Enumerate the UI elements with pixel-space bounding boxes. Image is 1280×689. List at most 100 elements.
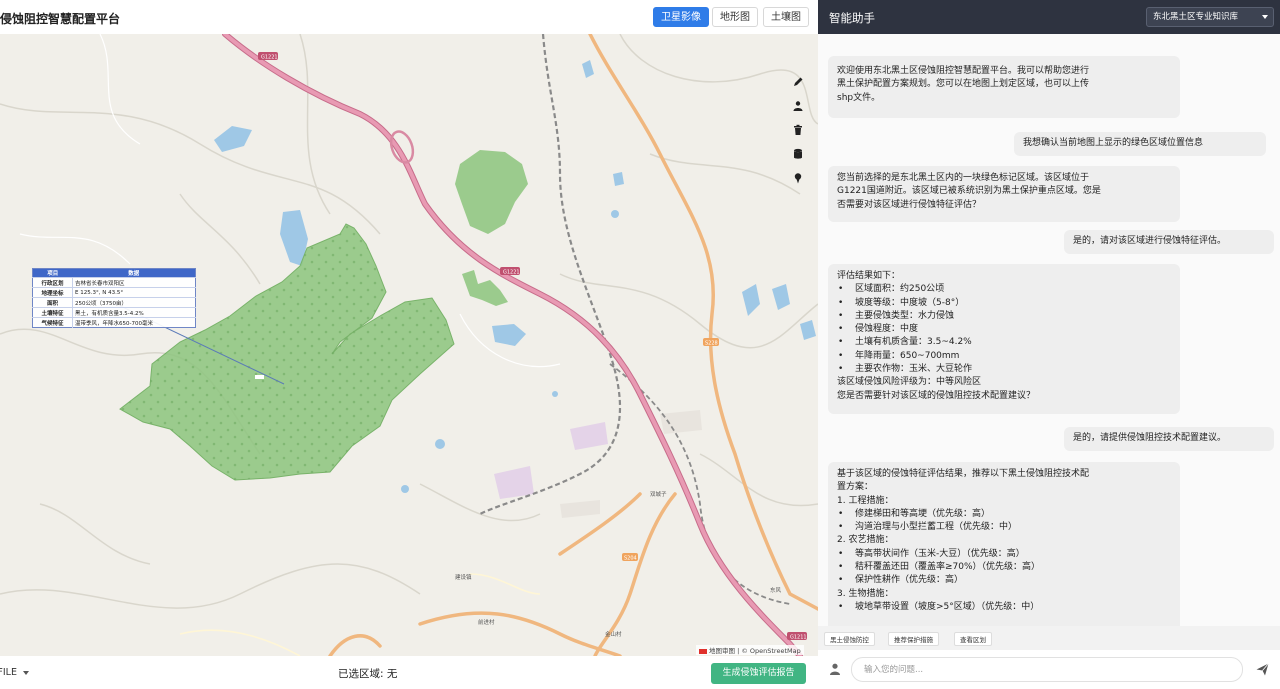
map-pin-icon [794, 173, 802, 184]
list-item: 区域面积：约250公顷 [837, 283, 1171, 297]
map-tools [787, 70, 809, 190]
place-label-shuangchengzi: 双城子 [650, 491, 667, 498]
list-item: 沟道治理与小型拦蓄工程（优先级：中） [837, 521, 1171, 535]
user-message: 是的，请对该区域进行侵蚀特征评估。 [1064, 230, 1274, 254]
chat-input-bar [818, 650, 1280, 689]
list-item: 坡地草带设置（坡度>5°区域）（优先级：中） [837, 601, 1171, 615]
list-item: 侵蚀程度：中度 [837, 323, 1171, 337]
place-label-qianjin: 前进村 [478, 618, 495, 626]
map-canvas[interactable]: G1221 G1221 G1211 S228 S204 双城子 东风 前进村 金… [0, 34, 818, 656]
map-attribution: 地图审图 | © OpenStreetMap [696, 645, 804, 655]
knowledge-base-value: 东北黑土区专业知识库 [1153, 12, 1239, 22]
list-item: 修建梯田和等高埂（优先级：高） [837, 508, 1171, 522]
list-item: 主要农作物：玉米、大豆轮作 [837, 363, 1171, 377]
chevron-down-icon [1262, 15, 1268, 19]
layer-soil-button[interactable]: 土壤图 [763, 7, 809, 27]
map-attribution-text: 地图审图 | © OpenStreetMap [709, 647, 801, 655]
list-item: 秸秆覆盖还田（覆盖率≥70%）（优先级：高） [837, 561, 1171, 575]
chat-header: 智能助手 东北黑土区专业知识库 [818, 0, 1280, 34]
section-heading: 2. 农艺措施： [837, 535, 894, 546]
app-title: 侵蚀阻控智慧配置平台 [0, 12, 121, 26]
delete-tool[interactable] [787, 118, 809, 142]
list-item: 保护性耕作（优先级：高） [837, 574, 1171, 588]
info-value: 温带季风，年降水650-700毫米 [72, 317, 196, 328]
message-line: 我想确认当前地图上显示的绿色区域位置信息 [1023, 138, 1204, 148]
section-heading: 1. 工程措施： [837, 495, 894, 506]
quick-reply-bar: 黑土侵蚀防控 推荐保护措施 查看区划 [818, 626, 1280, 650]
bot-message: 评估结果如下： 区域面积：约250公顷 坡度等级：中度坡（5-8°） 主要侵蚀类… [828, 264, 1180, 414]
chat-messages: 欢迎使用东北黑土区侵蚀阻控智慧配置平台。我可以帮助您进行 黑土保护配置方案规划。… [818, 34, 1280, 626]
map-pane: 侵蚀阻控智慧配置平台 卫星影像 地形图 土壤图 G1221 G1221 G121… [0, 0, 818, 689]
road-shield-s228: S228 [705, 341, 718, 347]
message-line: 该区域侵蚀风险评级为：中等风险区 [837, 377, 982, 388]
chat-pane: 智能助手 东北黑土区专业知识库 欢迎使用东北黑土区侵蚀阻控智慧配置平台。我可以帮… [818, 0, 1280, 689]
knowledge-base-select[interactable]: 东北黑土区专业知识库 [1146, 7, 1274, 27]
person-icon [830, 663, 840, 675]
layer-terrain-button[interactable]: 地形图 [712, 7, 758, 27]
map-flag-icon [699, 648, 707, 654]
message-line: shp文件。 [837, 92, 881, 103]
message-line: 您当前选择的是东北黑土区内的一块绿色标记区域。该区域位于 [837, 173, 1090, 183]
info-table-header-data: 数据 [72, 268, 196, 278]
table-row: 土壤特征 黑土，有机质含量3.5-4.2% [32, 307, 196, 318]
info-value: E 125.3°, N 43.5° [72, 287, 196, 298]
upload-type-select[interactable]: SHAPEFILE [0, 664, 31, 682]
message-line: 是的，请对该区域进行侵蚀特征评估。 [1073, 236, 1227, 246]
message-line: 基于该区域的侵蚀特征评估结果，推荐以下黑土侵蚀阻控技术配 [837, 469, 1090, 479]
place-label-dongfeng: 东风 [770, 586, 782, 594]
quick-reply-chip[interactable]: 推荐保护措施 [888, 632, 939, 646]
quick-reply-chip[interactable]: 黑土侵蚀防控 [824, 632, 875, 646]
generate-report-button[interactable]: 生成侵蚀评估报告 [711, 663, 806, 684]
trash-icon [794, 124, 802, 135]
list-item: 土壤有机质含量：3.5~4.2% [837, 336, 1171, 350]
recommendation-list: 修建梯田和等高埂（优先级：高） 沟道治理与小型拦蓄工程（优先级：中） [837, 508, 1171, 535]
quick-reply-chip[interactable]: 查看区划 [954, 632, 992, 646]
info-table-header-item: 项目 [32, 268, 73, 278]
message-line: 您是否需要针对该区域的侵蚀阻控技术配置建议？ [837, 390, 1036, 401]
assessment-list: 区域面积：约250公顷 坡度等级：中度坡（5-8°） 主要侵蚀类型：水力侵蚀 侵… [837, 283, 1171, 376]
table-row: 面积 250公顷（3750亩） [32, 297, 196, 308]
upload-icon [793, 101, 803, 111]
layers-tool[interactable] [787, 142, 809, 166]
info-value: 吉林省长春市双阳区 [72, 277, 196, 288]
info-value: 250公顷（3750亩） [72, 297, 196, 308]
message-line: G1221国道附近。该区域已被系统识别为黑土保护重点区域。您是 [837, 186, 1101, 197]
upload-type-value: SHAPEFILE [0, 667, 17, 678]
assistant-title: 智能助手 [829, 11, 875, 25]
list-item: 年降雨量：650~700mm [837, 350, 1171, 364]
info-key: 面积 [32, 297, 73, 308]
layer-satellite-button[interactable]: 卫星影像 [653, 7, 709, 27]
recommendation-list: 等高带状间作（玉米-大豆）（优先级：高） 秸秆覆盖还田（覆盖率≥70%）（优先级… [837, 548, 1171, 588]
table-row: 行政区划 吉林省长春市双阳区 [32, 277, 196, 288]
info-value: 黑土，有机质含量3.5-4.2% [72, 307, 196, 318]
bot-message: 基于该区域的侵蚀特征评估结果，推荐以下黑土侵蚀阻控技术配 置方案： 1. 工程措… [828, 462, 1180, 626]
bot-message: 欢迎使用东北黑土区侵蚀阻控智慧配置平台。我可以帮助您进行 黑土保护配置方案规划。… [828, 56, 1180, 118]
user-message: 是的，请提供侵蚀阻控技术配置建议。 [1064, 427, 1274, 451]
chat-input[interactable] [851, 657, 1243, 682]
message-line: 置方案： [837, 482, 874, 493]
send-icon[interactable] [1255, 662, 1270, 677]
map-basemap: G1221 G1221 G1211 S228 S204 双城子 东风 前进村 金… [0, 34, 818, 656]
table-row: 地理坐标 E 125.3°, N 43.5° [32, 287, 196, 298]
recommendation-list: 坡地草带设置（坡度>5°区域）（优先级：中） [837, 601, 1171, 615]
message-line: 评估结果如下： [837, 271, 901, 281]
list-item: 主要侵蚀类型：水力侵蚀 [837, 310, 1171, 324]
pencil-icon [794, 77, 803, 86]
road-shield-g1221-a: G1221 [261, 55, 278, 61]
marker-tool[interactable] [787, 166, 809, 190]
info-key: 行政区划 [32, 277, 73, 288]
map-bottom-bar: SHAPEFILE 已选区域: 无 生成侵蚀评估报告 [0, 656, 818, 689]
upload-tool[interactable] [787, 94, 809, 118]
info-key: 气候特征 [32, 317, 73, 328]
info-key: 土壤特征 [32, 307, 73, 318]
place-label-jinshan: 金山村 [605, 630, 622, 638]
road-shield-g1211: G1211 [790, 635, 807, 641]
message-line: 欢迎使用东北黑土区侵蚀阻控智慧配置平台。我可以帮助您进行 [837, 66, 1090, 76]
road-shield-s204: S204 [624, 556, 637, 562]
map-topbar: 侵蚀阻控智慧配置平台 卫星影像 地形图 土壤图 [0, 0, 818, 34]
list-item: 坡度等级：中度坡（5-8°） [837, 297, 1171, 311]
database-icon [794, 148, 802, 159]
road-shield-g1221-b: G1221 [503, 270, 520, 276]
draw-tool[interactable] [787, 70, 809, 94]
info-key: 地理坐标 [32, 287, 73, 298]
